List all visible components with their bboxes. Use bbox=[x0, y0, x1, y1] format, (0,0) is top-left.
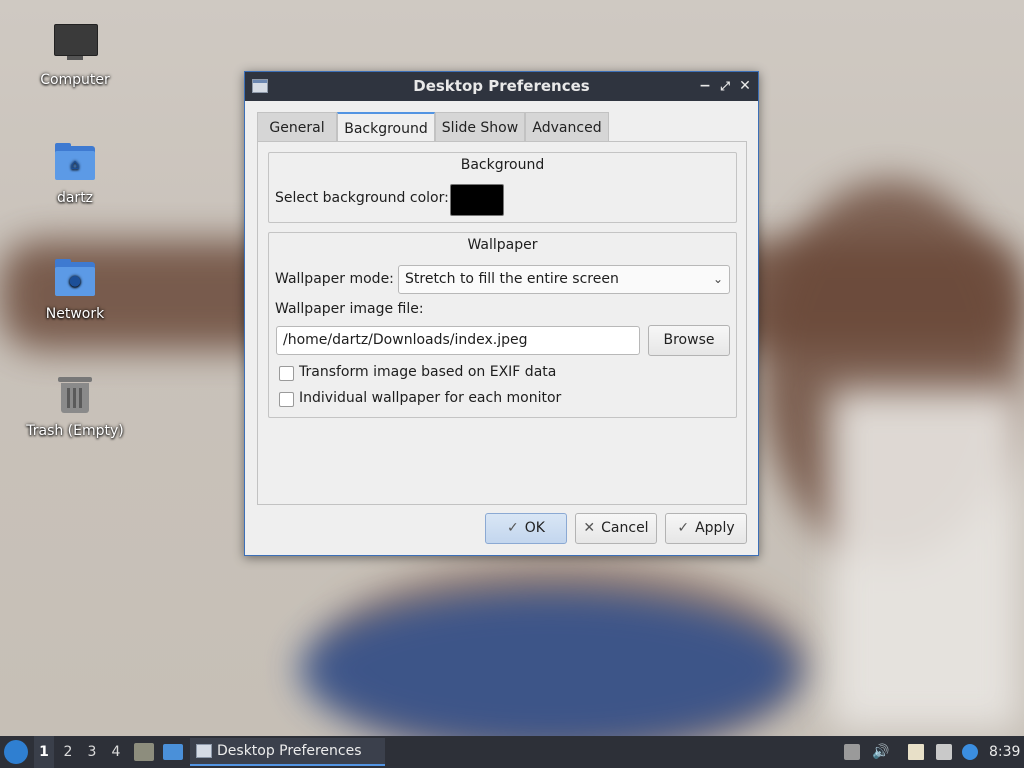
window-app-icon bbox=[196, 744, 212, 758]
workspace-1[interactable]: 1 bbox=[34, 736, 54, 768]
background-frame-title: Background bbox=[460, 157, 545, 173]
cancel-label: Cancel bbox=[601, 520, 649, 536]
network-icon[interactable] bbox=[936, 744, 952, 760]
tab-slide-show[interactable]: Slide Show bbox=[435, 112, 525, 142]
wallpaper-frame: Wallpaper Wallpaper mode: Stretch to fil… bbox=[268, 232, 737, 418]
ok-label: OK bbox=[524, 520, 545, 536]
file-manager-icon[interactable] bbox=[134, 743, 154, 761]
workspace-3[interactable]: 3 bbox=[82, 736, 102, 768]
per-monitor-label: Individual wallpaper for each monitor bbox=[299, 390, 562, 406]
ok-button[interactable]: ✓ OK bbox=[485, 513, 567, 544]
taskbar: 1 2 3 4 Desktop Preferences 🔊 8:39 bbox=[0, 736, 1024, 768]
apply-label: Apply bbox=[695, 520, 735, 536]
check-icon: ✓ bbox=[507, 520, 519, 536]
exif-label: Transform image based on EXIF data bbox=[299, 364, 557, 380]
taskbar-window-button[interactable]: Desktop Preferences bbox=[190, 738, 385, 766]
x-icon: ✕ bbox=[583, 520, 596, 536]
desktop-preferences-dialog: Desktop Preferences − ⤢ ✕ General Backgr… bbox=[244, 71, 759, 556]
desktop-icon-label: Network bbox=[45, 306, 105, 322]
cancel-button[interactable]: ✕ Cancel bbox=[575, 513, 657, 544]
close-icon[interactable]: ✕ bbox=[735, 72, 755, 101]
wallpaper-mode-select[interactable]: Stretch to fill the entire screen ⌄ bbox=[398, 265, 730, 294]
background-color-label: Select background color: bbox=[275, 190, 449, 206]
background-frame: Background Select background color: bbox=[268, 152, 737, 223]
background-color-button[interactable] bbox=[450, 184, 504, 216]
wallpaper-file-label: Wallpaper image file: bbox=[275, 301, 424, 317]
desktop-icon-computer[interactable]: Computer bbox=[20, 22, 130, 88]
maximize-icon[interactable]: ⤢ bbox=[715, 72, 735, 101]
minimize-icon[interactable]: − bbox=[695, 72, 715, 101]
desktop-icon-label: dartz bbox=[56, 190, 94, 206]
per-monitor-checkbox[interactable] bbox=[279, 392, 294, 407]
network-folder-icon: ● bbox=[53, 256, 97, 300]
window-app-icon bbox=[252, 79, 268, 93]
wallpaper-frame-title: Wallpaper bbox=[467, 237, 538, 253]
eject-icon[interactable] bbox=[844, 744, 860, 760]
exif-checkbox[interactable] bbox=[279, 366, 294, 381]
apply-button[interactable]: ✓ Apply bbox=[665, 513, 747, 544]
volume-icon[interactable]: 🔊 bbox=[872, 744, 889, 760]
desktop-icon-label: Trash (Empty) bbox=[26, 423, 124, 439]
wallpaper-file-input[interactable]: /home/dartz/Downloads/index.jpeg bbox=[276, 326, 640, 355]
tab-general[interactable]: General bbox=[257, 112, 337, 142]
desktop-icon-trash[interactable]: Trash (Empty) bbox=[20, 373, 130, 439]
show-desktop-icon[interactable] bbox=[163, 744, 183, 760]
taskbar-window-title: Desktop Preferences bbox=[217, 743, 362, 759]
window-titlebar[interactable]: Desktop Preferences − ⤢ ✕ bbox=[245, 72, 758, 101]
workspace-4[interactable]: 4 bbox=[106, 736, 126, 768]
wallpaper-mode-label: Wallpaper mode: bbox=[275, 271, 394, 287]
tab-background[interactable]: Background bbox=[337, 112, 435, 142]
desktop-icon-network[interactable]: ● Network bbox=[20, 256, 130, 322]
wallpaper-mode-value: Stretch to fill the entire screen bbox=[405, 271, 619, 287]
computer-icon bbox=[53, 22, 98, 66]
background-tab-panel: Background Select background color: Wall… bbox=[257, 141, 747, 505]
clock[interactable]: 8:39 bbox=[989, 736, 1020, 768]
start-menu-icon[interactable] bbox=[4, 740, 28, 764]
tab-advanced[interactable]: Advanced bbox=[525, 112, 609, 142]
chevron-down-icon: ⌄ bbox=[712, 272, 723, 286]
clipboard-icon[interactable] bbox=[908, 744, 924, 760]
check-icon: ✓ bbox=[677, 520, 690, 536]
trash-icon bbox=[53, 373, 97, 417]
browse-button[interactable]: Browse bbox=[648, 325, 730, 356]
workspace-2[interactable]: 2 bbox=[58, 736, 78, 768]
notification-icon[interactable] bbox=[962, 744, 978, 760]
home-folder-icon: ⌂ bbox=[53, 140, 97, 184]
desktop-icon-label: Computer bbox=[40, 72, 110, 88]
desktop-icon-home-folder[interactable]: ⌂ dartz bbox=[20, 140, 130, 206]
window-title: Desktop Preferences bbox=[413, 77, 590, 95]
